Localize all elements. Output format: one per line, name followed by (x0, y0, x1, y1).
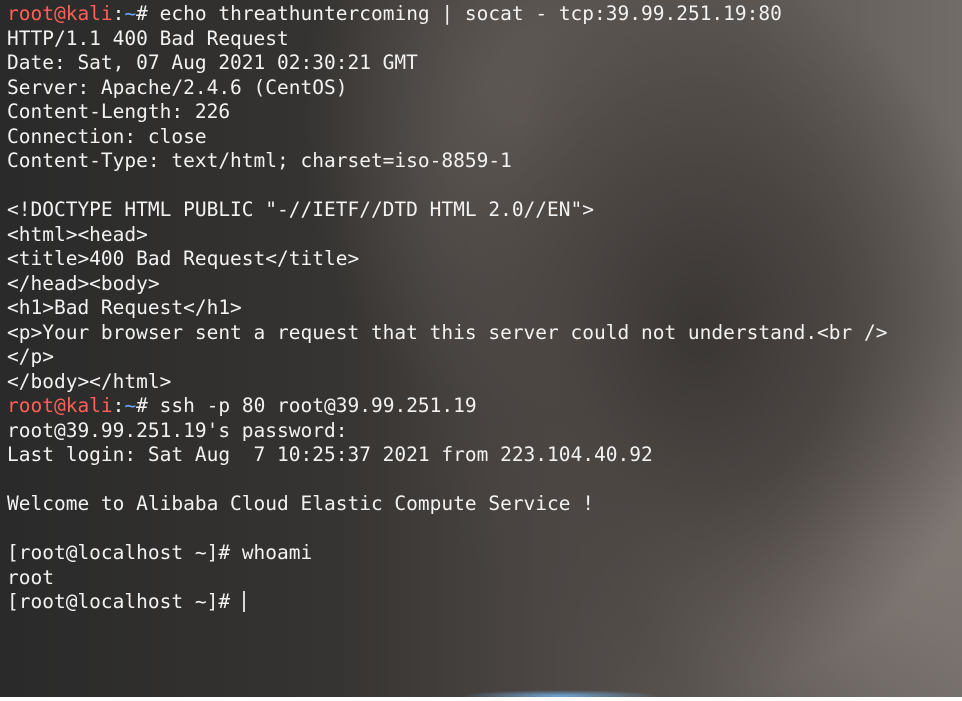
output-line: HTTP/1.1 400 Bad Request (7, 26, 289, 50)
output-line: Date: Sat, 07 Aug 2021 02:30:21 GMT (7, 51, 418, 74)
active-prompt-line[interactable]: [root@localhost ~]# (7, 590, 888, 615)
output-line: </p> (7, 345, 54, 368)
remote-command-line: [root@localhost ~]# whoami (7, 541, 888, 566)
terminal-command-line: root@kali:~# ssh -p 80 root@39.99.251.19 (7, 394, 888, 419)
output-line: Last login: Sat Aug 7 10:25:37 2021 from… (7, 443, 653, 466)
prompt-user-host: root@kali (7, 394, 113, 417)
prompt-separator: : (112, 2, 125, 25)
prompt-symbol: # (136, 394, 160, 417)
output-line: root (7, 565, 54, 589)
window-bottom-edge (0, 697, 962, 701)
prompt-path: ~ (124, 2, 137, 25)
blank-line (7, 468, 888, 493)
output-line: </head><body> (7, 271, 160, 295)
output-line: root@39.99.251.19's password: (7, 418, 348, 442)
command-text: ssh -p 80 root@39.99.251.19 (159, 394, 477, 417)
output-line: <title>400 Bad Request</title> (7, 247, 360, 270)
text-cursor (242, 591, 245, 612)
command-text: whoami (241, 541, 313, 564)
prompt-user-host: root@kali (7, 2, 113, 25)
output-line: Server: Apache/2.4.6 (CentOS) (7, 75, 348, 99)
output-line: </body></html> (7, 369, 172, 393)
prompt-symbol: # (136, 2, 160, 25)
remote-prompt: [root@localhost ~]# (7, 541, 242, 564)
blank-line (7, 174, 888, 199)
remote-prompt: [root@localhost ~]# (7, 590, 242, 613)
output-line: <!DOCTYPE HTML PUBLIC "-//IETF//DTD HTML… (7, 198, 594, 221)
output-line: Connection: close (7, 124, 207, 148)
prompt-separator: : (112, 394, 125, 417)
terminal-window[interactable]: root@kali:~# echo threathuntercoming | s… (0, 0, 962, 697)
command-text: echo threathuntercoming | socat - tcp:39… (159, 2, 782, 25)
output-line: <html><head> (7, 222, 148, 246)
terminal-command-line: root@kali:~# echo threathuntercoming | s… (7, 2, 888, 27)
output-line: <h1>Bad Request</h1> (7, 296, 242, 319)
output-line: <p>Your browser sent a request that this… (7, 320, 888, 344)
output-line: Content-Type: text/html; charset=iso-885… (7, 149, 512, 172)
terminal-output: root@kali:~# echo threathuntercoming | s… (7, 2, 888, 615)
output-line: Content-Length: 226 (7, 100, 231, 123)
output-line: Welcome to Alibaba Cloud Elastic Compute… (7, 492, 594, 515)
blank-line (7, 517, 888, 542)
prompt-path: ~ (124, 394, 137, 417)
